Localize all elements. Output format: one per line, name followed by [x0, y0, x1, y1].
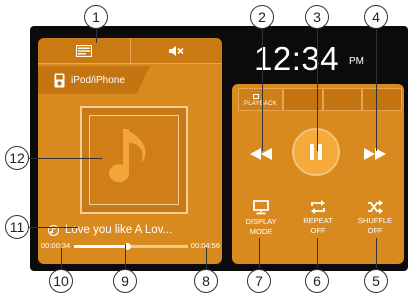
progress-row: 00:00:34 00:04:56 [38, 241, 222, 253]
tab-3[interactable] [322, 88, 363, 110]
album-art [80, 106, 188, 214]
mute-icon [169, 45, 184, 56]
callout-6: 6 [305, 269, 329, 293]
shuffle-button[interactable]: SHUFFLE OFF [346, 200, 404, 236]
repeat-button[interactable]: REPEAT OFF [289, 200, 347, 236]
repeat-icon [311, 200, 325, 214]
shuffle-icon [368, 200, 383, 214]
elapsed-time: 00:00:34 [41, 241, 71, 250]
callout-12: 12 [5, 146, 29, 170]
progress-fill [74, 245, 128, 248]
callout-7: 7 [247, 269, 271, 293]
leader-line-12 [28, 158, 102, 159]
progress-bar[interactable] [74, 243, 188, 250]
next-button[interactable] [360, 142, 390, 166]
callout-4: 4 [364, 5, 388, 29]
track-info: Love you like A Lov... [48, 222, 218, 238]
leader-line-8 [206, 248, 207, 270]
leader-line-10 [61, 248, 62, 270]
display-mode-button[interactable]: DISPLAY MODE [232, 200, 290, 237]
leader-line-7 [259, 238, 260, 268]
fast-forward-icon [364, 148, 386, 160]
tab-4[interactable] [362, 88, 402, 110]
callout-1: 1 [84, 5, 108, 29]
playback-control-panel: PLAYBACK DISPLAY MODE REPEAT OFF SHUFFLE… [232, 84, 404, 264]
source-selector[interactable]: iPod/iPhone [38, 66, 150, 94]
left-tab-bar [38, 38, 222, 64]
now-playing-panel: iPod/iPhone Love you like A Lov... 00:00… [38, 38, 222, 264]
callout-10: 10 [49, 269, 73, 293]
leader-line-5 [376, 238, 377, 268]
track-title: Love you like A Lov... [65, 224, 173, 236]
previous-button[interactable] [246, 142, 276, 166]
repeat-label-2: OFF [310, 226, 326, 235]
play-pause-button[interactable] [292, 128, 340, 176]
display-mode-label-2: MODE [249, 227, 273, 236]
mute-button[interactable] [129, 38, 222, 64]
callout-9: 9 [113, 269, 137, 293]
tab-playback-label: PLAYBACK [244, 101, 277, 107]
playback-tab-icon [253, 94, 259, 99]
tab-playback[interactable]: PLAYBACK [238, 88, 283, 110]
leader-line-3 [317, 29, 318, 151]
playlist-icon [75, 44, 92, 57]
leader-line-9 [125, 244, 126, 270]
callout-8: 8 [194, 269, 218, 293]
leader-line-4 [376, 29, 377, 151]
source-label: iPod/iPhone [71, 74, 125, 86]
leader-line-2 [262, 29, 263, 151]
repeat-label-1: REPEAT [303, 216, 333, 225]
pause-icon [310, 144, 322, 160]
rewind-icon [250, 148, 272, 160]
callout-5: 5 [364, 269, 388, 293]
leader-line-1 [96, 29, 97, 43]
display-mode-label-1: DISPLAY [245, 217, 277, 226]
shuffle-label-2: OFF [367, 226, 383, 235]
leader-line-11 [28, 227, 78, 228]
monitor-icon [253, 200, 269, 215]
callout-2: 2 [250, 5, 274, 29]
callout-3: 3 [305, 5, 329, 29]
music-note-icon [109, 129, 146, 183]
clock-ampm: PM [349, 56, 364, 67]
playlist-button[interactable] [38, 38, 130, 64]
shuffle-label-1: SHUFFLE [357, 216, 393, 225]
leader-line-6 [317, 238, 318, 268]
clock-time: 12:34 [254, 40, 340, 77]
album-art-frame [89, 115, 179, 205]
ipod-icon [54, 73, 65, 87]
callout-11: 11 [5, 215, 29, 239]
